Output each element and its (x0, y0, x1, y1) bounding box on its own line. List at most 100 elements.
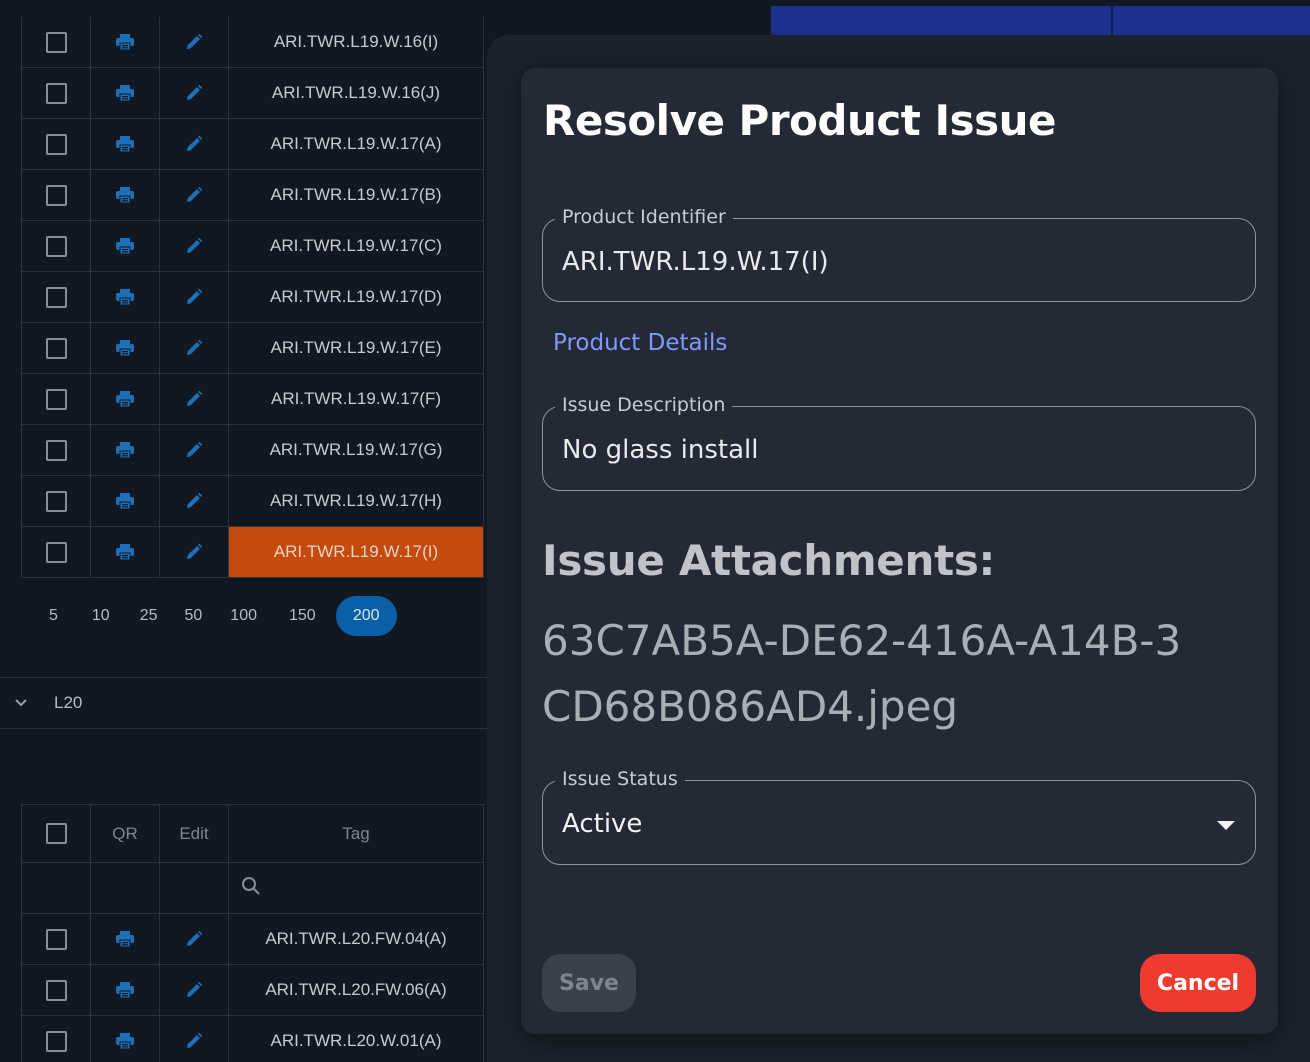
qr-cell (91, 425, 160, 475)
tag-cell[interactable]: ARI.TWR.L19.W.16(J) (229, 68, 484, 118)
table-row[interactable]: ARI.TWR.L20.FW.06(A) (22, 965, 484, 1016)
print-icon[interactable] (115, 390, 135, 408)
print-icon[interactable] (115, 441, 135, 459)
table-row[interactable]: ARI.TWR.L19.W.17(F) (22, 374, 484, 425)
table-row[interactable]: ARI.TWR.L19.W.17(E) (22, 323, 484, 374)
row-checkbox[interactable] (45, 388, 67, 410)
tag-filter-input[interactable] (229, 863, 484, 913)
pencil-icon[interactable] (185, 339, 203, 357)
row-select-cell (22, 119, 91, 169)
row-checkbox[interactable] (45, 286, 67, 308)
pencil-icon[interactable] (185, 390, 203, 408)
table-row[interactable]: ARI.TWR.L19.W.17(H) (22, 476, 484, 527)
tag-cell[interactable]: ARI.TWR.L19.W.17(B) (229, 170, 484, 220)
tag-cell[interactable]: ARI.TWR.L19.W.17(A) (229, 119, 484, 169)
pencil-icon[interactable] (185, 186, 203, 204)
pencil-icon[interactable] (185, 288, 203, 306)
tag-cell[interactable]: ARI.TWR.L20.FW.06(A) (229, 965, 484, 1015)
tag-cell[interactable]: ARI.TWR.L19.W.17(F) (229, 374, 484, 424)
print-icon[interactable] (115, 135, 135, 153)
page-size-option[interactable]: 200 (335, 596, 397, 636)
row-checkbox[interactable] (45, 439, 67, 461)
select-all-checkbox[interactable] (45, 823, 67, 844)
pencil-icon[interactable] (185, 930, 203, 948)
row-checkbox[interactable] (45, 337, 67, 359)
qr-cell (91, 1016, 160, 1062)
issue-description-field[interactable]: Issue Description No glass install (542, 394, 1256, 491)
print-icon[interactable] (115, 33, 135, 51)
table-row[interactable]: ARI.TWR.L20.W.01(A) (22, 1016, 484, 1062)
table-header-row: QR Edit Tag (22, 805, 484, 863)
print-icon[interactable] (115, 186, 135, 204)
print-icon[interactable] (115, 930, 135, 948)
qr-cell (91, 68, 160, 118)
table-row[interactable]: ARI.TWR.L20.FW.04(A) (22, 914, 484, 965)
row-checkbox[interactable] (45, 235, 67, 257)
tag-cell[interactable]: ARI.TWR.L19.W.17(I) (229, 527, 484, 577)
table-row[interactable]: ARI.TWR.L19.W.17(G) (22, 425, 484, 476)
row-checkbox[interactable] (45, 133, 67, 155)
print-icon[interactable] (115, 84, 135, 102)
tag-cell[interactable]: ARI.TWR.L20.W.01(A) (229, 1016, 484, 1062)
tag-cell[interactable]: ARI.TWR.L20.FW.04(A) (229, 914, 484, 964)
page-size-option[interactable]: 50 (177, 596, 211, 636)
pencil-icon[interactable] (185, 441, 203, 459)
attachment-file-link[interactable]: 63C7AB5A-DE62-416A-A14B-3CD68B086AD4.jpe… (542, 608, 1182, 740)
row-checkbox[interactable] (45, 979, 67, 1001)
pencil-icon[interactable] (185, 543, 203, 561)
print-icon[interactable] (115, 492, 135, 510)
product-details-link[interactable]: Product Details (553, 330, 727, 356)
edit-cell (160, 425, 229, 475)
pencil-icon[interactable] (185, 981, 203, 999)
print-icon[interactable] (115, 543, 135, 561)
cancel-button[interactable]: Cancel (1140, 954, 1256, 1012)
table-row[interactable]: ARI.TWR.L19.W.17(B) (22, 170, 484, 221)
group-row-l20[interactable]: L20 (0, 678, 487, 728)
page-size-option[interactable]: 100 (222, 596, 265, 636)
table-row[interactable]: ARI.TWR.L19.W.17(I) (22, 527, 484, 578)
row-checkbox[interactable] (45, 31, 67, 53)
tag-cell[interactable]: ARI.TWR.L19.W.17(E) (229, 323, 484, 373)
row-checkbox[interactable] (45, 82, 67, 104)
product-identifier-field[interactable]: Product Identifier ARI.TWR.L19.W.17(I) (542, 206, 1256, 302)
print-icon[interactable] (115, 339, 135, 357)
pencil-icon[interactable] (185, 84, 203, 102)
tag-column-header[interactable]: Tag (229, 805, 484, 862)
tag-cell[interactable]: ARI.TWR.L19.W.17(C) (229, 221, 484, 271)
dropdown-caret-icon[interactable] (1217, 821, 1235, 830)
page-size-option[interactable]: 10 (84, 596, 118, 636)
print-icon[interactable] (115, 288, 135, 306)
row-checkbox[interactable] (45, 928, 67, 950)
tag-cell[interactable]: ARI.TWR.L19.W.17(H) (229, 476, 484, 526)
page-size-option[interactable]: 150 (281, 596, 324, 636)
table-row[interactable]: ARI.TWR.L19.W.16(J) (22, 68, 484, 119)
save-button[interactable]: Save (542, 954, 636, 1012)
print-icon[interactable] (115, 1032, 135, 1050)
row-checkbox[interactable] (45, 541, 67, 563)
table-row[interactable]: ARI.TWR.L19.W.16(I) (22, 17, 484, 68)
tag-cell[interactable]: ARI.TWR.L19.W.17(G) (229, 425, 484, 475)
row-checkbox[interactable] (45, 184, 67, 206)
pencil-icon[interactable] (185, 33, 203, 51)
page-size-option[interactable]: 25 (132, 596, 166, 636)
tag-cell[interactable]: ARI.TWR.L19.W.16(I) (229, 17, 484, 67)
row-checkbox[interactable] (45, 1030, 67, 1052)
pencil-icon[interactable] (185, 135, 203, 153)
edit-cell (160, 221, 229, 271)
print-icon[interactable] (115, 237, 135, 255)
tag-cell[interactable]: ARI.TWR.L19.W.17(D) (229, 272, 484, 322)
table-row[interactable]: ARI.TWR.L19.W.17(C) (22, 221, 484, 272)
qr-column-header[interactable]: QR (91, 805, 160, 862)
issue-status-select[interactable]: Issue Status Active (542, 768, 1256, 865)
pencil-icon[interactable] (185, 1032, 203, 1050)
page-size-option[interactable]: 5 (41, 596, 66, 636)
row-checkbox[interactable] (45, 490, 67, 512)
pencil-icon[interactable] (185, 492, 203, 510)
print-icon[interactable] (115, 981, 135, 999)
table-row[interactable]: ARI.TWR.L19.W.17(A) (22, 119, 484, 170)
product-table-l19: ARI.TWR.L19.W.16(I) ARI.TWR.L19.W.16(J) AR… (21, 17, 484, 578)
chevron-down-icon[interactable] (14, 695, 30, 711)
edit-column-header[interactable]: Edit (160, 805, 229, 862)
table-row[interactable]: ARI.TWR.L19.W.17(D) (22, 272, 484, 323)
pencil-icon[interactable] (185, 237, 203, 255)
